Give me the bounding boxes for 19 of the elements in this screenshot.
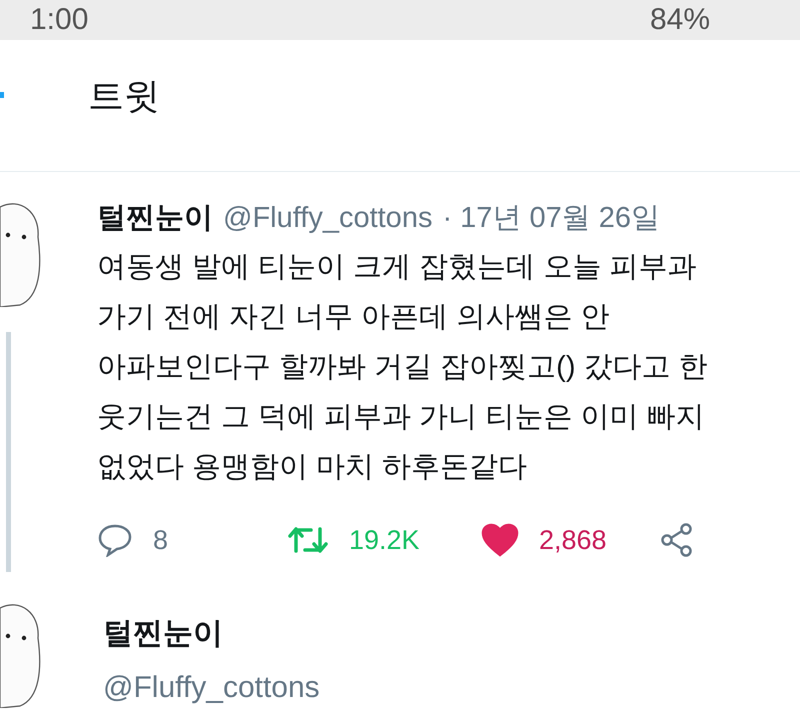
- tweet-text-line: 웃기는건 그 덕에 피부과 가니 티눈은 이미 빠지: [97, 400, 704, 435]
- author-handle[interactable]: @Fluffy_cottons: [103, 664, 800, 712]
- tweet-text-line: 가기 전에 자긴 너무 아픈데 의사쌤은 안: [97, 300, 610, 335]
- tweet-text-line: 여동생 발에 티눈이 크게 잡혔는데 오늘 피부과: [97, 250, 696, 285]
- author-name[interactable]: 털찐눈이: [103, 604, 800, 664]
- tweet-date: · 17년 07월 26일: [442, 201, 660, 236]
- author-name[interactable]: 털찐눈이: [97, 194, 213, 242]
- tweet-text-line: 없었다 용맹함이 마치 하후돈같다: [97, 450, 528, 485]
- tweet-text-line: 아파보인다구 할까봐 거길 잡아찢고() 갔다고 한: [97, 350, 708, 385]
- reply-count: 8: [153, 524, 170, 557]
- battery-level: 84%: [650, 5, 711, 35]
- reply-icon[interactable]: [97, 523, 133, 557]
- retweet-count: 19.2K: [349, 524, 421, 557]
- like-count: 2,868: [539, 524, 608, 557]
- author-handle[interactable]: @Fluffy_cottons: [223, 194, 432, 242]
- retweet-icon[interactable]: [287, 525, 329, 555]
- status-time: 1:00: [29, 5, 88, 35]
- heart-icon[interactable]: [481, 523, 519, 557]
- page-title: 트윗: [88, 74, 160, 118]
